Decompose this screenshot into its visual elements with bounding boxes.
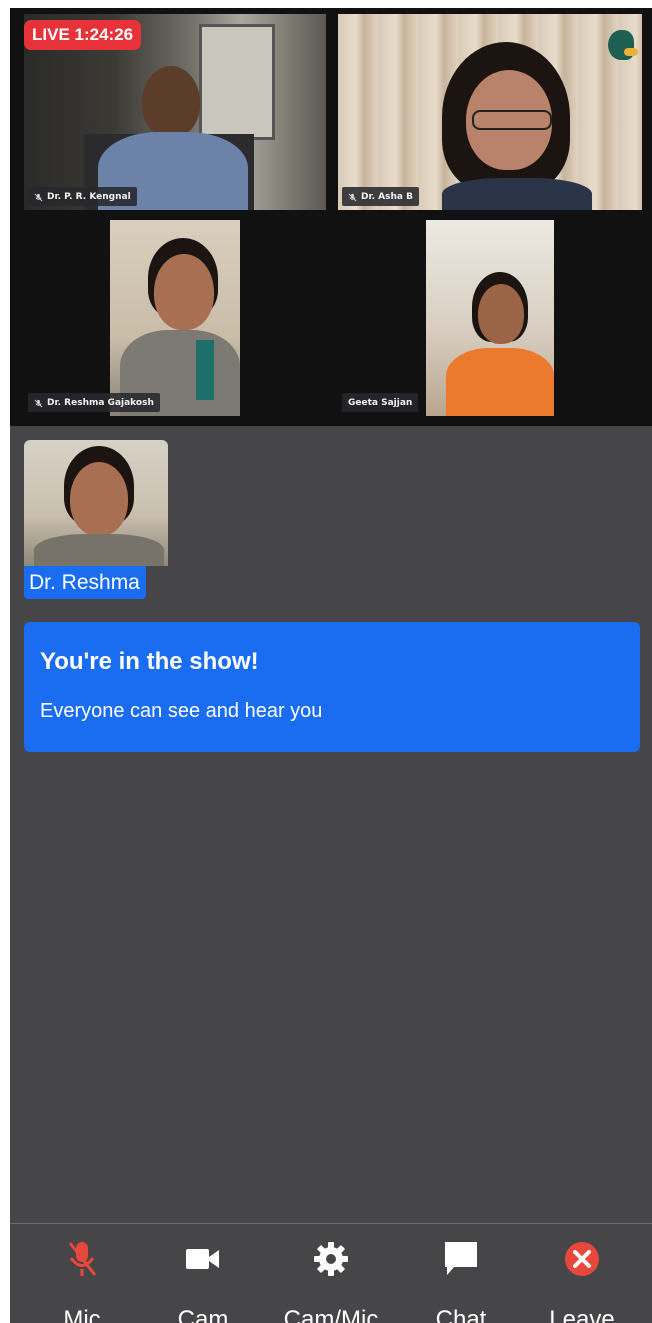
participant-tile-asha[interactable]: Dr. Asha B bbox=[338, 14, 642, 210]
close-circle-icon bbox=[565, 1242, 599, 1276]
mic-off-icon bbox=[34, 399, 43, 407]
participant-video bbox=[338, 14, 642, 210]
participant-name-tag: Dr. Reshma Gajakosh bbox=[28, 393, 160, 412]
participant-name: Dr. Reshma Gajakosh bbox=[47, 398, 154, 408]
mic-off-icon bbox=[348, 193, 357, 201]
participant-name: Geeta Sajjan bbox=[348, 398, 413, 408]
video-camera-icon bbox=[186, 1249, 219, 1269]
notification-title: You're in the show! bbox=[40, 648, 259, 675]
chat-button-label: Chat bbox=[435, 1306, 487, 1323]
mic-off-icon bbox=[68, 1242, 97, 1276]
leave-button-label: Leave bbox=[549, 1306, 615, 1323]
cam-button-label: Cam bbox=[177, 1306, 229, 1323]
notification-message: Everyone can see and hear you bbox=[40, 700, 323, 722]
gear-icon bbox=[314, 1242, 348, 1276]
self-name-label: Dr. Reshma bbox=[24, 566, 146, 599]
in-show-notification: You're in the show! Everyone can see and… bbox=[24, 622, 640, 752]
participant-name: Dr. P. R. Kengnal bbox=[47, 192, 131, 202]
participant-name: Dr. Asha B bbox=[361, 192, 413, 202]
participant-name-tag: Dr. Asha B bbox=[342, 187, 419, 206]
mic-button-label: Mic bbox=[63, 1306, 101, 1323]
video-grid: Dr. P. R. Kengnal Dr. Asha B Dr. Reshma … bbox=[10, 8, 652, 426]
participant-video bbox=[24, 220, 240, 416]
participant-name-tag: Dr. P. R. Kengnal bbox=[28, 187, 137, 206]
participant-video bbox=[338, 220, 642, 416]
cam-mic-settings-button[interactable]: Cam/Mic bbox=[276, 1238, 386, 1323]
mic-off-icon bbox=[34, 193, 43, 201]
cam-mic-settings-label: Cam/Mic bbox=[283, 1306, 379, 1323]
chat-bubble-icon bbox=[445, 1242, 477, 1275]
leave-button[interactable]: Leave bbox=[527, 1238, 637, 1323]
self-preview-body bbox=[34, 534, 164, 566]
chat-button[interactable]: Chat bbox=[406, 1238, 516, 1323]
participant-name-tag: Geeta Sajjan bbox=[342, 393, 419, 412]
cam-button[interactable]: Cam bbox=[148, 1238, 258, 1323]
control-bar: Mic Cam Cam/Mic Chat Leave bbox=[10, 1223, 652, 1323]
live-timer-badge: LIVE 1:24:26 bbox=[24, 20, 142, 50]
self-preview-face bbox=[70, 462, 128, 536]
participant-tile-reshma[interactable]: Dr. Reshma Gajakosh bbox=[24, 220, 240, 416]
mic-button[interactable]: Mic bbox=[27, 1238, 137, 1323]
meeting-app: Dr. P. R. Kengnal Dr. Asha B Dr. Reshma … bbox=[10, 8, 652, 1323]
participant-tile-geeta[interactable]: Geeta Sajjan bbox=[338, 220, 642, 416]
self-preview-video[interactable] bbox=[24, 440, 168, 566]
